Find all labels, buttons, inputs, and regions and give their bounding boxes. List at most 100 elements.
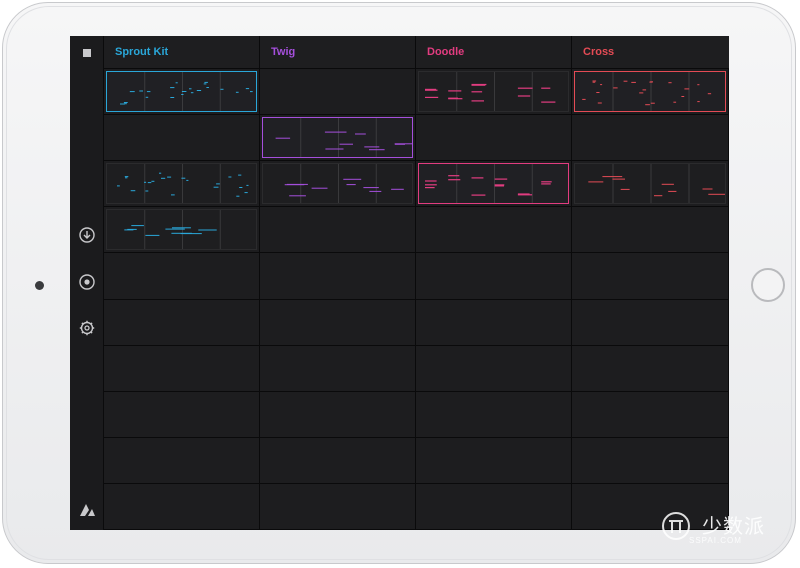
- note-mark: [597, 102, 602, 104]
- note-mark: [708, 193, 725, 195]
- note-mark: [697, 101, 700, 103]
- note-mark: [394, 143, 405, 145]
- note-mark: [139, 90, 143, 92]
- note-mark: [582, 98, 586, 100]
- clip-slot[interactable]: [260, 346, 416, 392]
- clip-slot[interactable]: [104, 115, 260, 161]
- app-screen: Sprout Kit Twig Doodle Cross: [70, 36, 729, 530]
- clip-slot[interactable]: [260, 69, 416, 115]
- clip-slot[interactable]: [416, 392, 572, 438]
- note-mark: [517, 194, 533, 196]
- note-mark: [244, 192, 248, 194]
- clip-slot[interactable]: [416, 115, 572, 161]
- clip-slot[interactable]: [104, 484, 260, 530]
- stop-button[interactable]: [70, 36, 104, 69]
- clip-slot[interactable]: [416, 484, 572, 530]
- note-mark: [645, 104, 650, 106]
- note-mark: [425, 96, 439, 98]
- clip-slot[interactable]: [572, 346, 729, 392]
- note-mark: [346, 184, 356, 186]
- note-mark: [196, 90, 202, 91]
- note-mark: [592, 80, 597, 82]
- home-button[interactable]: [751, 268, 785, 302]
- track-header-sprout-kit[interactable]: Sprout Kit: [104, 36, 260, 69]
- clip-slot[interactable]: [416, 253, 572, 300]
- clip-slot[interactable]: [260, 438, 416, 484]
- note-mark: [363, 187, 379, 189]
- note-mark: [289, 195, 306, 197]
- note-mark: [592, 81, 596, 83]
- clip-twig[interactable]: [262, 117, 413, 158]
- note-mark: [623, 80, 628, 82]
- clip-slot[interactable]: [416, 438, 572, 484]
- clip-slot[interactable]: [260, 207, 416, 253]
- clip-cross[interactable]: [574, 71, 726, 112]
- clip-slot[interactable]: [104, 438, 260, 484]
- clip-sprout-kit[interactable]: [106, 163, 257, 204]
- sidebar: [70, 36, 104, 530]
- clip-doodle[interactable]: [418, 71, 569, 112]
- clip-slot[interactable]: [104, 346, 260, 392]
- clip-doodle[interactable]: [418, 163, 569, 204]
- download-icon[interactable]: [79, 227, 95, 243]
- note-mark: [171, 194, 175, 196]
- note-mark: [236, 195, 240, 197]
- note-mark: [245, 88, 250, 90]
- note-mark: [181, 177, 186, 179]
- clip-slot[interactable]: [572, 438, 729, 484]
- clip-slot[interactable]: [572, 253, 729, 300]
- note-mark: [161, 177, 166, 179]
- note-mark: [189, 88, 192, 90]
- clip-slot[interactable]: [260, 392, 416, 438]
- note-mark: [151, 180, 155, 182]
- clip-pattern: [120, 72, 253, 111]
- note-mark: [702, 188, 713, 190]
- clip-slot[interactable]: [416, 207, 572, 253]
- note-mark: [190, 92, 194, 94]
- note-mark: [425, 89, 438, 91]
- clip-slot[interactable]: [260, 253, 416, 300]
- note-mark: [471, 84, 486, 86]
- note-mark: [425, 184, 437, 186]
- note-mark: [448, 175, 460, 177]
- clip-slot[interactable]: [104, 392, 260, 438]
- note-mark: [186, 179, 189, 181]
- note-mark: [125, 177, 128, 179]
- note-mark: [588, 181, 604, 183]
- note-mark: [220, 88, 224, 90]
- clip-slot[interactable]: [260, 484, 416, 530]
- note-mark: [631, 81, 636, 83]
- clip-twig[interactable]: [262, 163, 413, 204]
- clip-slot[interactable]: [416, 300, 572, 346]
- clip-pattern: [275, 118, 412, 157]
- note-mark: [668, 190, 677, 192]
- track-header-doodle[interactable]: Doodle: [416, 36, 572, 69]
- clip-slot[interactable]: [572, 300, 729, 346]
- clip-slot[interactable]: [572, 207, 729, 253]
- note-mark: [204, 81, 208, 83]
- note-mark: [425, 180, 437, 182]
- record-icon[interactable]: [79, 274, 95, 290]
- stop-icon: [83, 48, 91, 57]
- clip-slot[interactable]: [416, 346, 572, 392]
- note-mark: [235, 91, 239, 93]
- note-mark: [650, 102, 655, 104]
- track-header-cross[interactable]: Cross: [572, 36, 729, 69]
- track-header-twig[interactable]: Twig: [260, 36, 416, 69]
- clip-slot[interactable]: [572, 115, 729, 161]
- clip-sprout-kit[interactable]: [106, 71, 257, 112]
- clip-cross[interactable]: [574, 163, 726, 204]
- settings-gear-icon[interactable]: [79, 320, 95, 336]
- note-mark: [167, 176, 172, 178]
- clip-slot[interactable]: [260, 300, 416, 346]
- note-mark: [661, 183, 674, 185]
- note-mark: [541, 87, 551, 89]
- note-mark: [673, 101, 677, 103]
- clip-slot[interactable]: [104, 253, 260, 300]
- note-mark: [287, 183, 308, 185]
- clip-sprout-kit[interactable]: [106, 209, 257, 250]
- clip-slot[interactable]: [572, 392, 729, 438]
- app-logo-icon[interactable]: [79, 503, 96, 517]
- clip-slot[interactable]: [104, 300, 260, 346]
- note-mark: [355, 133, 366, 135]
